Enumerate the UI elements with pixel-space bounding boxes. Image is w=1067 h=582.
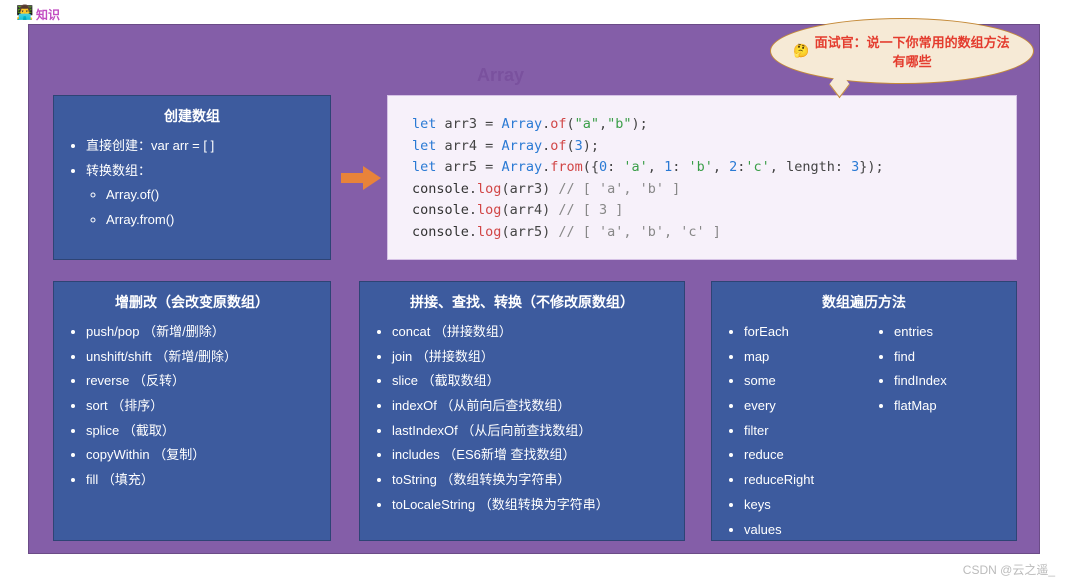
card-create: 创建数组 直接创建：var arr = [ ] 转换数组： Array.of()… xyxy=(53,95,331,260)
bubble-text: 面试官：说一下你常用的数组方法有哪些 xyxy=(813,32,1011,70)
main-board: Array 创建数组 直接创建：var arr = [ ] 转换数组： Arra… xyxy=(28,24,1040,554)
list-item: every xyxy=(744,394,852,419)
convert-item-of: Array.of() xyxy=(106,183,316,208)
card-mutate-title: 增删改（会改变原数组） xyxy=(68,292,316,312)
board-title: Array xyxy=(477,65,524,86)
list-item: entries xyxy=(894,320,1002,345)
list-item: toString （数组转换为字符串） xyxy=(392,468,670,493)
list-item: filter xyxy=(744,419,852,444)
list-item: includes （ES6新增 查找数组） xyxy=(392,443,670,468)
list-item: splice （截取） xyxy=(86,419,316,444)
list-item: indexOf （从前向后查找数组） xyxy=(392,394,670,419)
list-item: reduceRight xyxy=(744,468,852,493)
thinking-icon: 🤔 xyxy=(793,43,809,59)
list-item: fill （填充） xyxy=(86,468,316,493)
watermark: CSDN @云之遥_ xyxy=(963,561,1055,578)
tag-label: 知识 xyxy=(36,6,60,23)
list-item: unshift/shift （新增/删除） xyxy=(86,345,316,370)
list-item: reduce xyxy=(744,443,852,468)
convert-item-from: Array.from() xyxy=(106,208,316,233)
list-item: map xyxy=(744,345,852,370)
list-item: concat （拼接数组） xyxy=(392,320,670,345)
card-inspect: 拼接、查找、转换（不修改原数组） concat （拼接数组） join （拼接数… xyxy=(359,281,685,541)
list-item: keys xyxy=(744,493,852,518)
list-item: forEach xyxy=(744,320,852,345)
list-item: flatMap xyxy=(894,394,1002,419)
interviewer-bubble: 🤔 面试官：说一下你常用的数组方法有哪些 xyxy=(770,18,1034,84)
convert-label-text: 转换数组： xyxy=(86,163,151,178)
list-item: sort （排序） xyxy=(86,394,316,419)
card-create-title: 创建数组 xyxy=(68,106,316,126)
list-item: copyWithin （复制） xyxy=(86,443,316,468)
list-item: find xyxy=(894,345,1002,370)
create-direct: 直接创建：var arr = [ ] xyxy=(86,134,316,159)
avatar-icon: 👨‍💻 xyxy=(16,4,33,21)
card-iterate: 数组遍历方法 forEach map some every filter red… xyxy=(711,281,1017,541)
list-item: join （拼接数组） xyxy=(392,345,670,370)
list-item: findIndex xyxy=(894,369,1002,394)
list-item: toLocaleString （数组转换为字符串） xyxy=(392,493,670,518)
card-mutate: 增删改（会改变原数组） push/pop （新增/删除） unshift/shi… xyxy=(53,281,331,541)
list-item: some xyxy=(744,369,852,394)
create-convert-label: 转换数组： Array.of() Array.from() xyxy=(86,159,316,233)
card-iterate-title: 数组遍历方法 xyxy=(726,292,1002,312)
arrow-icon xyxy=(341,165,381,191)
list-item: values xyxy=(744,518,852,543)
list-item: slice （截取数组） xyxy=(392,369,670,394)
card-inspect-title: 拼接、查找、转换（不修改原数组） xyxy=(374,292,670,312)
list-item: reverse （反转） xyxy=(86,369,316,394)
code-example: let arr3 = Array.of("a","b"); let arr4 =… xyxy=(387,95,1017,260)
list-item: lastIndexOf （从后向前查找数组） xyxy=(392,419,670,444)
list-item: push/pop （新增/删除） xyxy=(86,320,316,345)
